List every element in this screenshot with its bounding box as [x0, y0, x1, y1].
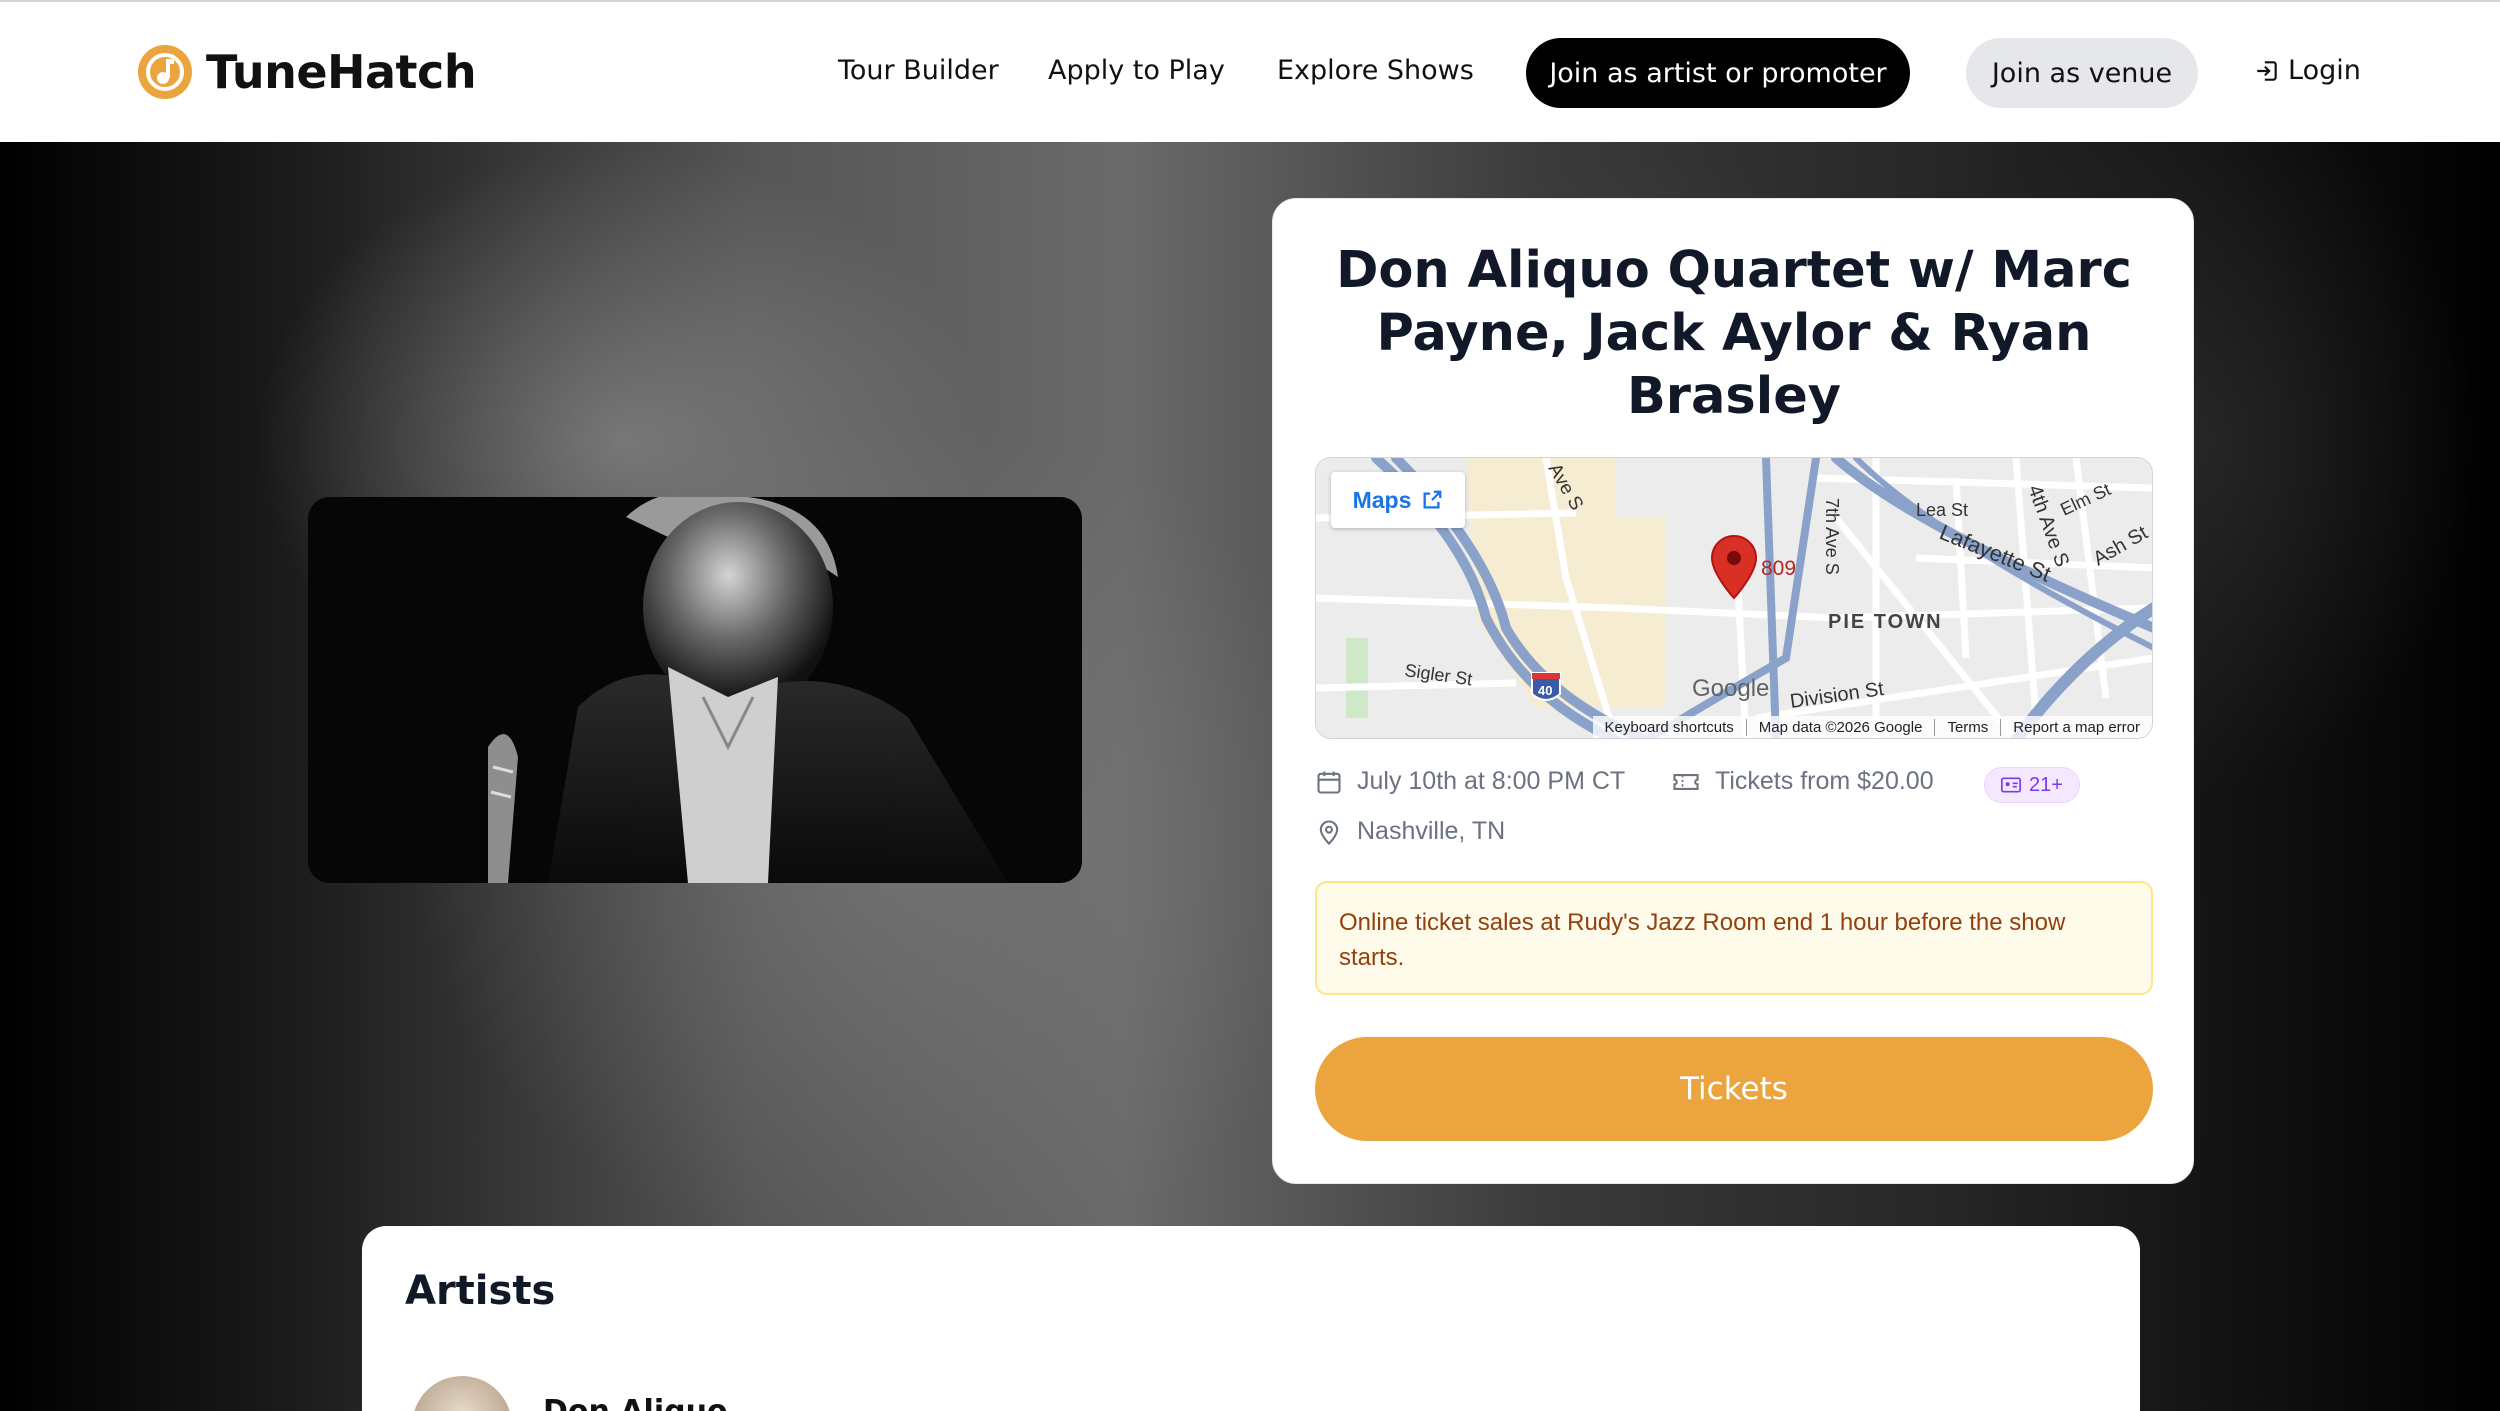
brand-logo-link[interactable]: TuneHatch: [138, 42, 477, 102]
top-navigation-bar: TuneHatch Tour Builder Apply to Play Exp…: [0, 0, 2500, 142]
event-title: Don Aliquo Quartet w/ Marc Payne, Jack A…: [1336, 241, 2132, 426]
pin-label: 809: [1761, 557, 1796, 580]
event-details-card: Don Aliquo Quartet w/ Marc Payne, Jack A…: [1272, 198, 2194, 1184]
ticket-price-text: Tickets from $20.00: [1715, 767, 1934, 795]
street-label: 7th Ave S: [1822, 498, 1842, 575]
tickets-button[interactable]: Tickets: [1315, 1037, 2153, 1141]
event-location: Nashville, TN: [1315, 817, 1505, 846]
ticket-sales-notice: Online ticket sales at Rudy's Jazz Room …: [1315, 881, 2153, 995]
age-badge-text: 21+: [2029, 773, 2063, 796]
external-link-icon: [1423, 490, 1442, 509]
join-venue-button[interactable]: Join as venue: [1966, 38, 2198, 108]
login-label: Login: [2288, 55, 2361, 86]
google-logo: Google: [1692, 675, 1769, 702]
maps-button-label: Maps: [1352, 486, 1412, 513]
ticket-icon: [1673, 773, 1699, 790]
artist-name[interactable]: Don Aliquo: [543, 1394, 728, 1411]
open-in-maps-button[interactable]: Maps: [1331, 472, 1465, 528]
event-date-text: July 10th at 8:00 PM CT: [1357, 767, 1626, 795]
event-location-text: Nashville, TN: [1357, 817, 1506, 845]
map-data-credit: Map data ©2026 Google: [1745, 718, 1935, 736]
join-artist-button[interactable]: Join as artist or promoter: [1526, 38, 1910, 108]
neighborhood-label: PIE TOWN: [1828, 611, 1943, 633]
nav-apply-to-play[interactable]: Apply to Play: [1048, 55, 1225, 86]
highway-number: 40: [1538, 683, 1552, 698]
artists-heading: Artists: [405, 1268, 556, 1314]
login-icon: [2257, 60, 2277, 81]
keyboard-shortcuts-link[interactable]: Keyboard shortcuts: [1593, 719, 1746, 736]
event-ticket-price: Tickets from $20.00: [1671, 767, 1934, 796]
report-map-error-link[interactable]: Report a map error: [2000, 718, 2152, 736]
brand-name: TuneHatch: [206, 45, 477, 99]
age-restriction-badge: 21+: [1984, 767, 2080, 803]
calendar-icon: [1317, 771, 1341, 794]
avatar[interactable]: [412, 1376, 512, 1411]
street-label: Lea St: [1916, 500, 1968, 520]
venue-map[interactable]: Lea St Elm St Lafayette St Ash St 4th Av…: [1315, 457, 2153, 739]
artists-section: Artists Don Aliquo: [362, 1226, 2140, 1411]
tunehatch-logo-icon: [138, 45, 192, 99]
map-attribution: Keyboard shortcuts Map data ©2026 Google…: [1592, 716, 2152, 738]
event-date: July 10th at 8:00 PM CT: [1315, 767, 1625, 796]
interstate-shield-icon: 40: [1531, 672, 1561, 701]
location-pin-icon: [1319, 820, 1339, 845]
login-button[interactable]: Login: [2254, 55, 2361, 86]
nav-tour-builder[interactable]: Tour Builder: [838, 55, 999, 86]
terms-link[interactable]: Terms: [1934, 718, 2000, 736]
id-card-icon: [2001, 777, 2021, 793]
nav-explore-shows[interactable]: Explore Shows: [1277, 55, 1474, 86]
music-note-icon: [157, 59, 174, 84]
event-artist-photo: [308, 497, 1082, 883]
